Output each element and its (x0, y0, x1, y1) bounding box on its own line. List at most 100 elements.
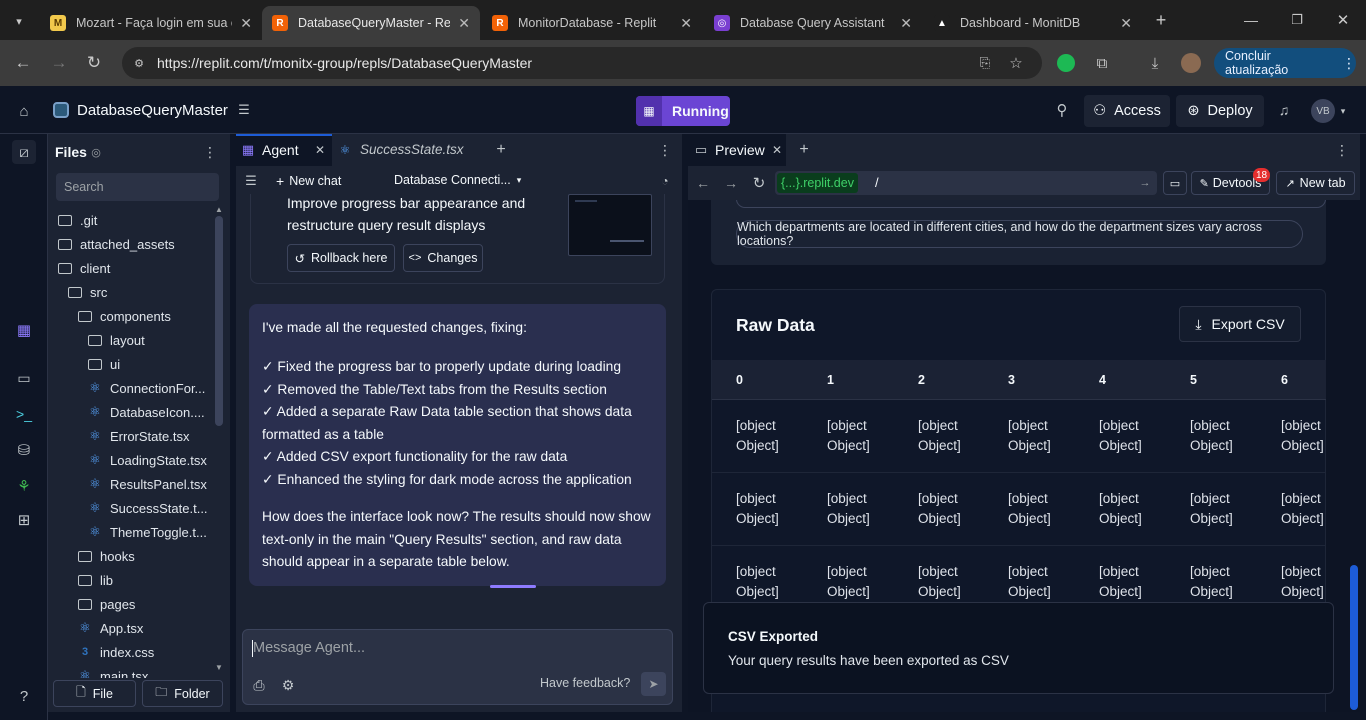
rollback-button[interactable]: ↺ Rollback here (287, 244, 395, 272)
table-column-header[interactable]: 2 (918, 373, 925, 387)
update-button[interactable]: Concluir atualização ⋮ (1214, 48, 1356, 78)
suggestion-chip-partial[interactable] (736, 200, 1326, 208)
table-column-header[interactable]: 0 (736, 373, 743, 387)
browser-tab[interactable]: R DatabaseQueryMaster - Repl ✕ (262, 6, 480, 40)
chat-history-icon[interactable]: ☰ (243, 173, 259, 189)
preview-monitor-icon[interactable]: ▭ (12, 366, 36, 390)
settings-gear-icon[interactable]: ⚙ (280, 677, 296, 693)
tree-file[interactable]: ⚛ main.tsx (56, 664, 208, 678)
files-search-input[interactable]: Search (56, 173, 219, 201)
access-button[interactable]: ⚇ Access (1084, 95, 1170, 127)
preview-forward-icon[interactable]: → (723, 175, 739, 191)
preview-menu-icon[interactable]: ⋮ (1335, 142, 1349, 158)
close-tab-icon[interactable]: ✕ (1120, 15, 1132, 32)
close-tab-icon[interactable]: ✕ (240, 15, 252, 32)
new-chat-button[interactable]: + New chat (276, 173, 341, 189)
browser-tab[interactable]: R MonitorDatabase - Replit ✕ (482, 6, 702, 40)
browser-tab[interactable]: ▲ Dashboard - MonitDB ✕ (924, 6, 1142, 40)
site-info-icon[interactable]: ⚙ (131, 55, 147, 71)
agent-panel-menu-icon[interactable]: ⋮ (658, 142, 672, 158)
reload-icon[interactable]: ↻ (83, 52, 105, 74)
git-icon[interactable]: ⚘ (12, 474, 36, 498)
tree-file[interactable]: ⚛ LoadingState.tsx (56, 448, 208, 472)
url-go-arrow-icon[interactable]: → (1138, 176, 1152, 190)
scroll-up-icon[interactable]: ▲ (214, 204, 224, 214)
window-close-icon[interactable]: ✕ (1332, 9, 1354, 31)
minimize-icon[interactable]: — (1240, 9, 1262, 31)
device-toggle-button[interactable]: ▭ (1163, 171, 1187, 195)
puzzle-extensions-icon[interactable]: ⧉ (1092, 53, 1112, 73)
tree-folder[interactable]: client (56, 256, 208, 280)
tree-file[interactable]: ⚛ SuccessState.t... (56, 496, 208, 520)
forward-arrow-icon[interactable]: → (48, 52, 70, 74)
browser-tab[interactable]: M Mozart - Faça login em sua c ✕ (40, 6, 262, 40)
agent-settings-gauge-icon[interactable]: ◔ (657, 173, 673, 189)
tree-file[interactable]: 3 index.css (56, 640, 208, 664)
extension-icon[interactable] (1057, 54, 1075, 72)
all-tools-icon[interactable]: ⊞ (12, 508, 36, 532)
close-tab-icon[interactable]: ✕ (458, 15, 470, 32)
preview-reload-icon[interactable]: ↻ (751, 175, 767, 192)
repl-name[interactable]: DatabaseQueryMaster (77, 102, 228, 119)
download-icon[interactable]: ⤓ (1145, 53, 1165, 73)
home-icon[interactable]: ⌂ (14, 101, 34, 121)
table-column-header[interactable]: 5 (1190, 373, 1197, 387)
table-column-header[interactable]: 3 (1008, 373, 1015, 387)
new-file-button[interactable]: 🗋 File (53, 680, 136, 707)
table-column-header[interactable]: 4 (1099, 373, 1106, 387)
tree-folder[interactable]: layout (56, 328, 208, 352)
new-folder-button[interactable]: 🗀 Folder (142, 680, 223, 707)
open-new-tab-button[interactable]: ↗ New tab (1276, 171, 1355, 195)
tree-file[interactable]: ⚛ DatabaseIcon.... (56, 400, 208, 424)
restore-icon[interactable]: ❐ (1286, 9, 1308, 31)
preview-scrollbar-thumb[interactable] (1350, 565, 1358, 710)
checkpoint-screenshot-thumbnail[interactable] (568, 194, 652, 256)
close-tab-icon[interactable]: ✕ (900, 15, 912, 32)
close-preview-tab-icon[interactable]: ✕ (770, 143, 784, 157)
tree-folder[interactable]: src (56, 280, 208, 304)
preview-back-icon[interactable]: ← (695, 175, 711, 191)
tab-search-icon[interactable]: ▾ (8, 10, 30, 32)
address-url[interactable]: https://replit.com/t/monitx-group/repls/… (157, 55, 532, 71)
export-csv-button[interactable]: ⤓ Export CSV (1179, 306, 1301, 342)
browser-tab[interactable]: ◎ Database Query Assistant ✕ (704, 6, 922, 40)
chevron-down-icon[interactable]: ▾ (1338, 104, 1348, 118)
tree-folder[interactable]: .git (56, 208, 208, 232)
tree-file[interactable]: ⚛ ThemeToggle.t... (56, 520, 208, 544)
shell-icon[interactable]: >_ (12, 402, 36, 426)
close-agent-tab-icon[interactable]: ✕ (313, 143, 327, 157)
add-tab-plus-icon[interactable]: + (494, 141, 508, 158)
tree-folder[interactable]: components (56, 304, 208, 328)
changes-button[interactable]: <> Changes (403, 244, 483, 272)
tree-folder[interactable]: pages (56, 592, 208, 616)
user-avatar[interactable]: VB (1311, 99, 1335, 123)
close-tab-icon[interactable]: ✕ (680, 15, 692, 32)
install-app-icon[interactable]: ⎘ (975, 53, 995, 73)
tree-file[interactable]: ⚛ ErrorState.tsx (56, 424, 208, 448)
new-tab-plus-icon[interactable]: + (1150, 9, 1172, 31)
help-icon[interactable]: ? (12, 684, 36, 708)
deploy-button[interactable]: ⊛ Deploy (1176, 95, 1264, 127)
search-icon[interactable]: ⚲ (1053, 101, 1071, 119)
table-column-header[interactable]: 1 (827, 373, 834, 387)
files-scrollbar[interactable] (215, 216, 223, 426)
tree-folder[interactable]: attached_assets (56, 232, 208, 256)
agent-icon[interactable]: ▦ (12, 318, 36, 342)
feedback-link[interactable]: Have feedback? (540, 676, 630, 690)
files-menu-icon[interactable]: ⋮ (203, 144, 217, 160)
tree-folder[interactable]: ui (56, 352, 208, 376)
preview-url-path[interactable]: / (875, 175, 879, 190)
back-arrow-icon[interactable]: ← (12, 52, 34, 74)
tree-file[interactable]: ⚛ App.tsx (56, 616, 208, 640)
tree-file[interactable]: ⚛ ResultsPanel.tsx (56, 472, 208, 496)
tree-file[interactable]: ⚛ ConnectionFor... (56, 376, 208, 400)
add-preview-tab-icon[interactable]: + (797, 141, 811, 158)
chat-title-dropdown[interactable]: Database Connecti... ▾ (394, 173, 521, 187)
bell-icon[interactable]: ♫ (1275, 101, 1293, 119)
tree-folder[interactable]: lib (56, 568, 208, 592)
attach-paperclip-icon[interactable]: ⎙ (251, 677, 267, 693)
profile-avatar[interactable] (1181, 53, 1201, 73)
bookmark-star-icon[interactable]: ☆ (1006, 53, 1026, 73)
tree-folder[interactable]: hooks (56, 544, 208, 568)
send-button[interactable]: ➤ (641, 672, 666, 696)
